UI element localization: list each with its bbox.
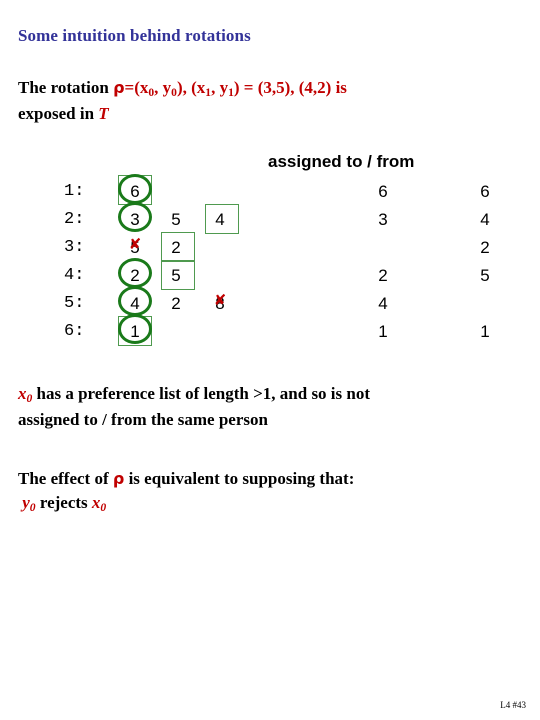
row-label: 5: <box>64 294 85 313</box>
pref-cell: 2 <box>130 266 140 285</box>
assigned-from-cell: 6 <box>480 182 490 201</box>
assigned-to-cell: 2 <box>378 266 388 285</box>
effect-y0-subscript: 0 <box>29 501 36 515</box>
assigned-from-cell: 1 <box>480 322 490 341</box>
pref-cell: 2 <box>171 238 181 257</box>
intro-sub-y0: 0 <box>171 86 177 100</box>
table-row: 6: 1 1 1 <box>0 322 540 350</box>
pref-cell: 3 <box>130 210 140 229</box>
assigned-from-cell: 2 <box>480 238 490 257</box>
pref-cell: 1 <box>130 322 140 341</box>
assigned-to-from-header: assigned to / from <box>268 152 415 171</box>
assigned-to-cell: 4 <box>378 294 388 313</box>
table-row: 3: 5 2 2 <box>0 238 540 266</box>
row-label: 3: <box>64 238 85 257</box>
intro-sub-x1: 1 <box>205 86 212 100</box>
assigned-to-cell: 3 <box>378 210 388 229</box>
pref-cell: 6 <box>130 182 140 201</box>
pref-cell: 4 <box>215 210 225 229</box>
intro-formula-part4: , y <box>211 78 229 97</box>
table-T-symbol: T <box>98 104 109 123</box>
intro-paragraph: The rotation ρ=(x0, y0), (x1, y1) = (3,5… <box>18 76 518 126</box>
pref-cell: 5 <box>171 266 181 285</box>
effect-lead-text: The effect of <box>18 469 113 488</box>
intro-sub-x0: 0 <box>148 86 155 100</box>
pref-cell-struck: 8 <box>215 294 225 313</box>
effect-rest-text: is equivalent to supposing that: <box>124 469 355 488</box>
assigned-from-cell: 5 <box>480 266 490 285</box>
row-label: 2: <box>64 210 85 229</box>
intro-formula-part2: , y <box>154 78 172 97</box>
rho-symbol: ρ <box>113 78 125 97</box>
pref-cell: 5 <box>171 210 181 229</box>
pref-cell: 2 <box>171 294 181 313</box>
intro-lead-text: The rotation <box>18 78 114 97</box>
slide-footer-reference: L4 #43 <box>500 700 526 710</box>
intro-sub-y1: 1 <box>228 86 234 100</box>
row-label: 4: <box>64 266 85 285</box>
row-label: 1: <box>64 182 85 201</box>
intro-line2-lead: exposed in <box>18 104 99 123</box>
note-x0-subscript: 0 <box>26 392 33 406</box>
intro-formula-part1: =(x <box>124 78 149 97</box>
intro-formula-tail: ) = (3,5), (4,2) is <box>233 78 347 97</box>
page-title: Some intuition behind rotations <box>18 26 251 45</box>
table-row: 1: 6 6 6 <box>0 182 540 210</box>
intro-formula-part3: ), (x <box>176 78 206 97</box>
assigned-from-cell: 4 <box>480 210 490 229</box>
effect-x0-subscript: 0 <box>100 501 107 515</box>
effect-y0-symbol: y <box>22 493 30 512</box>
table-row: 4: 2 5 2 5 <box>0 266 540 294</box>
assigned-to-cell: 1 <box>378 322 388 341</box>
preference-table: assigned to / from 1: 6 6 6 2: 3 5 4 3 4… <box>0 148 540 353</box>
note-preference-text: has a preference list of length >1, and … <box>32 384 371 403</box>
preference-note-paragraph: x0 has a preference list of length >1, a… <box>18 382 523 432</box>
pref-cell-struck: 5 <box>130 238 140 257</box>
note-preference-line2: assigned to / from the same person <box>18 410 268 429</box>
row-label: 6: <box>64 322 85 341</box>
rho-symbol: ρ <box>112 469 125 488</box>
table-row: 2: 3 5 4 3 4 <box>0 210 540 238</box>
note-x0-symbol: x <box>18 384 27 403</box>
pref-cell: 4 <box>130 294 140 313</box>
effect-note-paragraph: The effect of ρ is equivalent to supposi… <box>18 467 523 517</box>
effect-rejects-text: rejects <box>35 493 92 512</box>
assigned-to-cell: 6 <box>378 182 388 201</box>
table-row: 5: 4 2 8 4 <box>0 294 540 322</box>
